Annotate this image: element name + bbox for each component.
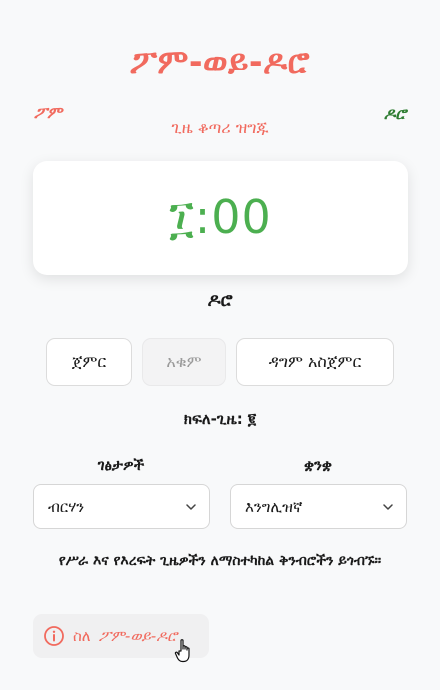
language-label: ቋንቋ — [303, 456, 333, 474]
themes-select-value: ብርሃን — [48, 497, 85, 516]
timer-status: ጊዜ ቆጣሪ ዝግጁ — [171, 118, 269, 137]
language-select-value: እንግሊዝኛ — [245, 497, 303, 516]
session-counter: ክፍለ-ጊዜ: ፪ — [183, 410, 257, 428]
app-title: ፖም-ወይ-ዶሮ — [129, 42, 311, 81]
timer-display: ፲:00 — [169, 190, 272, 244]
themes-select[interactable]: ብርሃን — [33, 484, 210, 529]
timer-card: ፲:00 — [33, 161, 408, 275]
about-prefix: ስለ — [73, 627, 91, 645]
info-circle-icon — [44, 626, 64, 646]
hand-pointer-icon — [174, 639, 190, 663]
timer-mode-label: ዶሮ — [207, 290, 233, 311]
themes-label: ገፅታዎች — [97, 456, 145, 474]
about-app-name: ፖም-ወይ-ዶሮ — [98, 627, 178, 645]
stop-button[interactable]: አቁም — [142, 338, 226, 386]
settings-hint: የሥራ እና የእረፍት ጊዜዎችን ለማስተካከል ቅንብሮችን ይጎብኙ። — [58, 553, 382, 569]
language-select[interactable]: እንግሊዝኛ — [230, 484, 407, 529]
chevron-down-icon — [186, 503, 196, 510]
restart-button[interactable]: ዳግም አስጀምር — [236, 338, 394, 386]
start-button[interactable]: ጀምር — [46, 338, 132, 386]
chevron-down-icon — [383, 503, 393, 510]
